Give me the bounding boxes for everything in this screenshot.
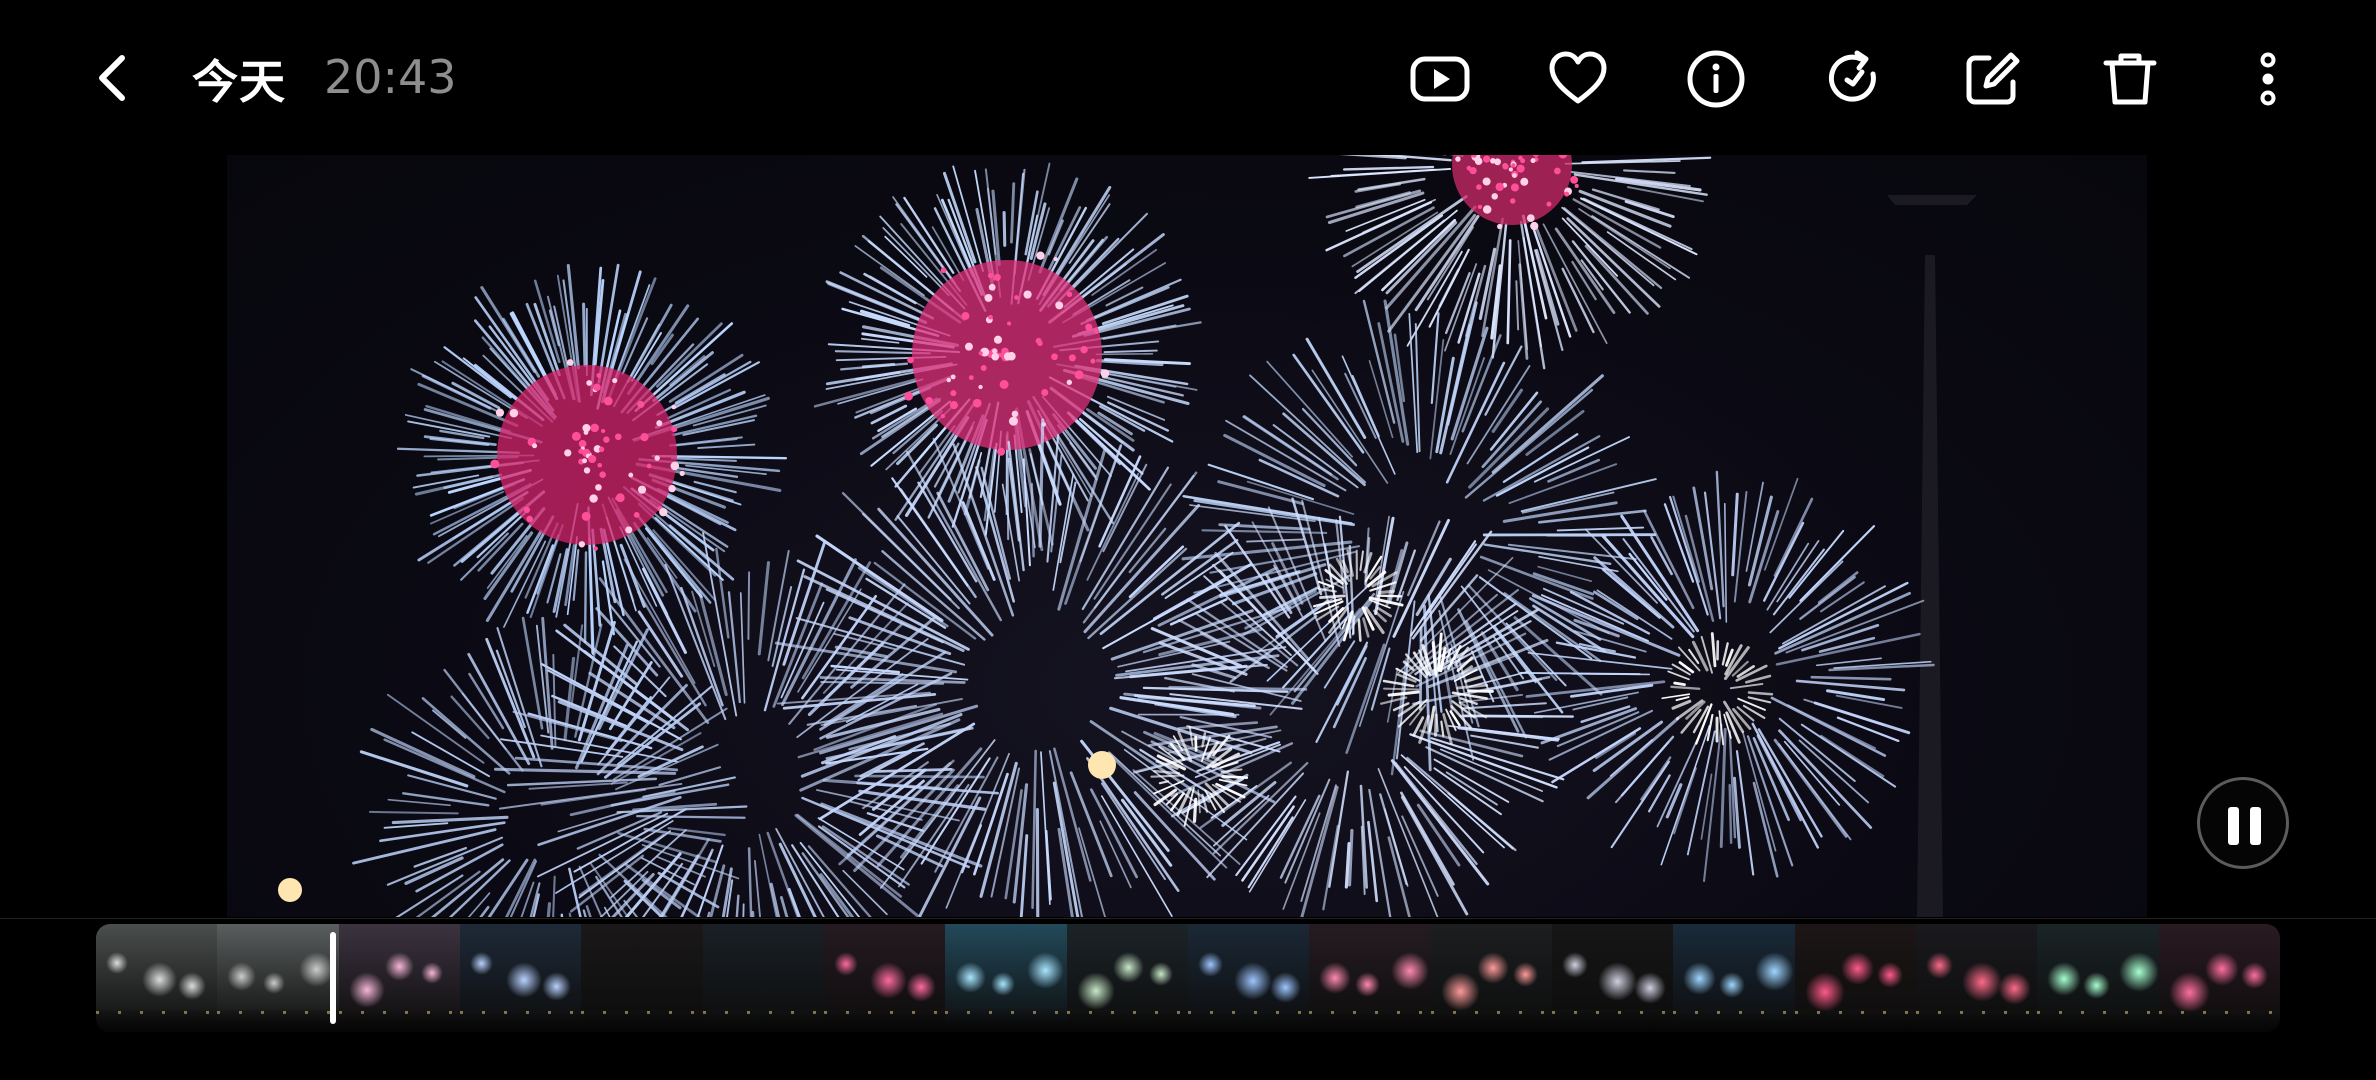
filmstrip-frame[interactable]	[945, 924, 1067, 1032]
filmstrip-frame[interactable]	[338, 924, 460, 1032]
more-icon	[2260, 52, 2276, 106]
filmstrip-frame[interactable]	[217, 924, 339, 1032]
trash-icon	[2103, 53, 2157, 105]
info-icon	[1687, 50, 1745, 108]
info-button[interactable]	[1683, 46, 1749, 112]
delete-button[interactable]	[2097, 46, 2163, 112]
back-icon	[99, 55, 125, 101]
pause-icon	[2228, 807, 2239, 845]
filmstrip-frame[interactable]	[459, 924, 582, 1032]
rotate-icon	[1828, 50, 1876, 102]
filmstrip-frame[interactable]	[2158, 924, 2280, 1032]
top-bar: 今天 20:43	[0, 0, 2376, 155]
rotate-button[interactable]	[1821, 46, 1887, 112]
page-title: 今天	[192, 55, 286, 109]
fireworks-photo[interactable]	[227, 155, 2147, 917]
filmstrip-frame[interactable]	[1187, 924, 1310, 1032]
filmstrip-frame[interactable]	[2037, 924, 2159, 1032]
filmstrip-frame[interactable]	[1066, 924, 1188, 1032]
filmstrip-frame[interactable]	[1430, 924, 1552, 1032]
edit-icon	[1966, 52, 2020, 105]
photo-viewer	[0, 155, 2376, 917]
divider	[0, 918, 2376, 919]
more-button[interactable]	[2235, 46, 2301, 112]
pause-button[interactable]	[2197, 777, 2289, 869]
filmstrip-frame[interactable]	[1551, 924, 1674, 1032]
filmstrip-frame[interactable]	[96, 924, 218, 1032]
back-button[interactable]	[84, 48, 144, 108]
timestamp: 20:43	[324, 50, 457, 104]
filmstrip-frame[interactable]	[702, 924, 824, 1032]
slideshow-icon	[1410, 56, 1470, 102]
favorite-button[interactable]	[1545, 46, 1611, 112]
edit-button[interactable]	[1959, 46, 2025, 112]
fireworks-illustration	[278, 155, 1977, 917]
filmstrip-frame[interactable]	[1309, 924, 1431, 1032]
slideshow-button[interactable]	[1407, 46, 1473, 112]
filmstrip-frame[interactable]	[1794, 924, 1916, 1032]
playhead[interactable]	[330, 932, 336, 1024]
filmstrip-frame[interactable]	[581, 924, 703, 1032]
filmstrip-frame[interactable]	[1673, 924, 1795, 1032]
heart-icon	[1549, 51, 1607, 104]
filmstrip-frame[interactable]	[823, 924, 946, 1032]
filmstrip-frame[interactable]	[1915, 924, 2038, 1032]
video-filmstrip[interactable]	[96, 924, 2280, 1032]
